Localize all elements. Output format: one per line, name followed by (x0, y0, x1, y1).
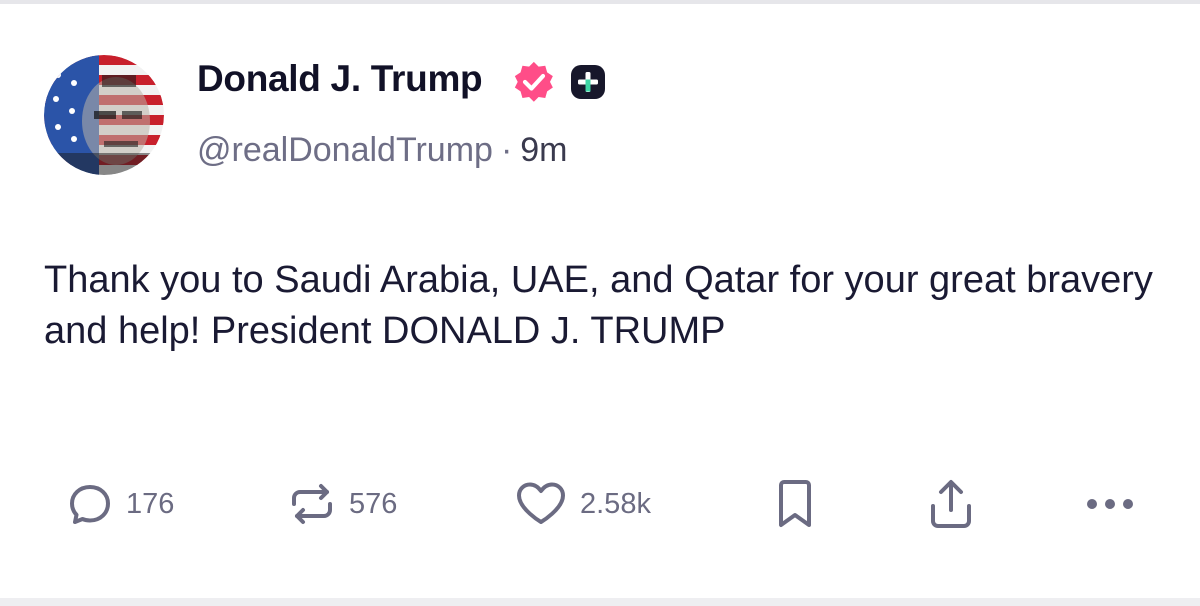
share-icon (931, 480, 971, 528)
author-handle[interactable]: @realDonaldTrump (197, 131, 493, 169)
bookmark-icon (779, 480, 811, 527)
more-icon (1087, 499, 1133, 509)
post-text: Thank you to Saudi Arabia, UAE, and Qata… (44, 259, 1153, 352)
top-divider (0, 0, 1200, 4)
plus-badge-icon (571, 65, 605, 99)
verified-badge-icon (514, 61, 553, 102)
bottom-divider (0, 598, 1200, 606)
share-button[interactable] (927, 478, 975, 530)
reply-button[interactable]: 176 (66, 478, 174, 530)
bookmark-button[interactable] (773, 478, 817, 530)
like-button[interactable]: 2.58k (514, 478, 651, 530)
like-count: 2.58k (580, 487, 651, 520)
reply-count: 176 (126, 487, 175, 520)
repost-icon (292, 484, 332, 524)
repost-button[interactable]: 576 (287, 478, 397, 530)
more-options-button[interactable] (1084, 478, 1136, 530)
avatar-image (44, 55, 164, 175)
author-avatar[interactable] (44, 55, 164, 175)
reply-icon (70, 485, 110, 524)
post-timestamp[interactable]: 9m (520, 131, 567, 169)
author-display-name[interactable]: Donald J. Trump (197, 58, 483, 100)
author-handle-line: @realDonaldTrump · 9m (197, 131, 568, 170)
heart-icon (517, 482, 565, 524)
separator-dot: · (500, 131, 513, 169)
repost-count: 576 (349, 487, 398, 520)
